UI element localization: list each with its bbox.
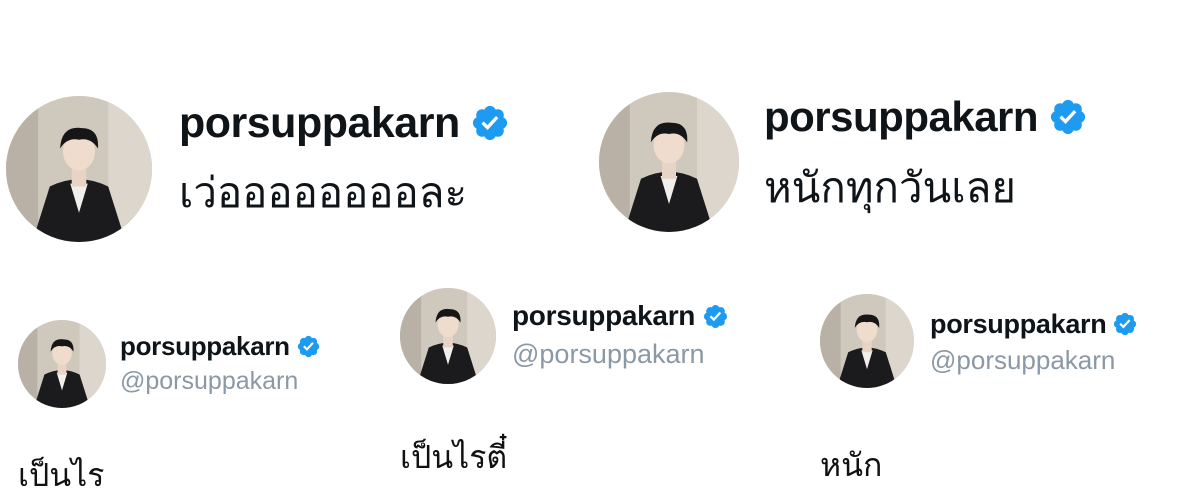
avatar[interactable]: [400, 288, 496, 384]
username-row: porsuppakarn: [764, 89, 1088, 145]
verified-badge-icon: [470, 103, 510, 143]
avatar[interactable]: [599, 92, 739, 232]
username[interactable]: porsuppakarn: [120, 331, 290, 362]
post-text: หนักทุกวันเลย: [764, 163, 1016, 212]
caption: เป็นไรตี๋: [400, 438, 508, 476]
username[interactable]: porsuppakarn: [179, 99, 460, 148]
verified-badge-icon: [1112, 311, 1138, 337]
username[interactable]: porsuppakarn: [930, 309, 1107, 340]
verified-badge-icon: [296, 334, 321, 359]
avatar[interactable]: [6, 96, 152, 242]
post-text: เว่ออออออออละ: [179, 168, 468, 217]
verified-badge-icon: [702, 303, 729, 330]
avatar[interactable]: [820, 294, 914, 388]
handle[interactable]: @porsuppakarn: [120, 367, 298, 396]
username[interactable]: porsuppakarn: [512, 300, 695, 332]
username-row: porsuppakarn: [179, 95, 510, 151]
avatar[interactable]: [18, 320, 106, 408]
caption: หนัก: [820, 446, 883, 484]
handle[interactable]: @porsuppakarn: [930, 345, 1115, 376]
username[interactable]: porsuppakarn: [764, 93, 1039, 141]
caption: เป็นไร: [18, 456, 105, 494]
handle[interactable]: @porsuppakarn: [512, 339, 705, 370]
username-row: porsuppakarn: [512, 297, 729, 335]
verified-badge-icon: [1048, 97, 1088, 137]
username-row: porsuppakarn: [930, 306, 1138, 342]
username-row: porsuppakarn: [120, 329, 321, 363]
